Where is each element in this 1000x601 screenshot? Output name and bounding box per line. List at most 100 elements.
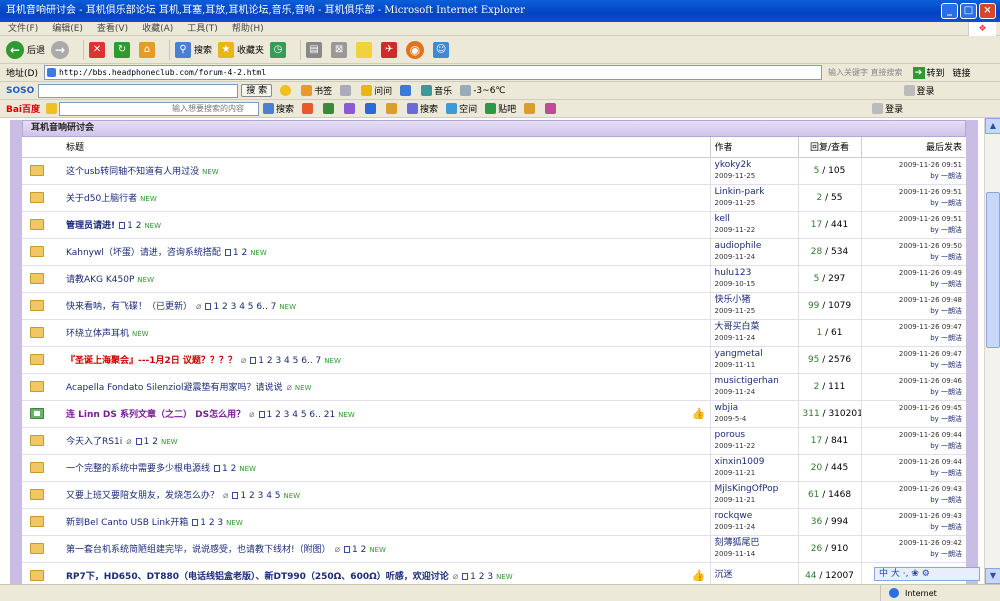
baidu-tieba-button[interactable]: 贴吧 — [485, 102, 516, 115]
baidu-tool-5[interactable] — [386, 103, 399, 114]
thread-pages[interactable]: 1 2 3 4 5 — [232, 491, 281, 501]
thread-title-link[interactable]: 『圣诞上海聚会』---1月2日 议题？？？？ — [66, 356, 237, 366]
thread-author[interactable]: 刻薄狐尾巴 — [715, 538, 794, 549]
thread-author[interactable]: yangmetal — [715, 349, 794, 360]
soso-mail-button[interactable] — [340, 85, 353, 96]
baidu-tool-8[interactable] — [545, 103, 558, 114]
thread-title-link[interactable]: 新到Bel Canto USB Link开箱 — [66, 518, 188, 528]
thread-title-link[interactable]: 一个完整的系统中需要多少根电源线 — [66, 464, 210, 474]
thread-title-link[interactable]: 快来看呐，有飞碟！（已更新） — [66, 302, 192, 312]
last-post-date[interactable]: 2009-11-26 09:47 — [866, 349, 962, 360]
last-post-author[interactable]: by 一朗洁 — [866, 198, 962, 209]
last-post-author[interactable]: by 一朗洁 — [866, 468, 962, 479]
thread-author[interactable]: audiophile — [715, 241, 794, 252]
last-post-date[interactable]: 2009-11-26 09:48 — [866, 295, 962, 306]
last-post-date[interactable]: 2009-11-26 09:49 — [866, 268, 962, 279]
ime-toolbar[interactable]: 中 大 ·, ❀ ⚙ — [874, 567, 980, 581]
thread-title-link[interactable]: Acapella Fondato Silenziol避震垫有用家吗？请说说 — [66, 383, 282, 393]
thread-author[interactable]: musictigerhan — [715, 376, 794, 387]
last-post-date[interactable]: 2009-11-26 09:46 — [866, 376, 962, 387]
soso-weather[interactable]: -3~6℃ — [460, 85, 506, 96]
soso-smiley-button[interactable] — [280, 85, 293, 96]
menu-tools[interactable]: 工具(T) — [187, 22, 218, 35]
last-post-author[interactable]: by 一朗洁 — [866, 333, 962, 344]
thread-author[interactable]: ykoky2k — [715, 160, 794, 171]
last-post-date[interactable]: 2009-11-26 09:45 — [866, 403, 962, 414]
menu-view[interactable]: 查看(V) — [97, 22, 128, 35]
baidu-login-button[interactable]: 登录 — [872, 102, 903, 115]
thread-author[interactable]: hulu123 — [715, 268, 794, 279]
media-button[interactable]: ◉ — [406, 40, 427, 59]
baidu-search-input[interactable]: 输入想要搜索的内容 — [59, 101, 260, 116]
baidu-search-button[interactable]: 搜索 — [263, 102, 294, 115]
thread-pages[interactable]: 1 2 3 4 5 6.. 7 — [250, 356, 321, 366]
thread-page-links[interactable]: 1 2 — [127, 221, 141, 231]
favorites-button[interactable]: ★ 收藏夹 — [218, 41, 264, 58]
thread-page-links[interactable]: 1 2 — [144, 437, 158, 447]
thread-author[interactable]: MjlsKingOfPop — [715, 484, 794, 495]
thread-page-links[interactable]: 1 2 3 4 5 6.. 21 — [267, 410, 336, 420]
menu-help[interactable]: 帮助(H) — [232, 22, 264, 35]
thread-author[interactable]: 快乐小猪 — [715, 295, 794, 306]
thread-author[interactable]: rockqwe — [715, 511, 794, 522]
refresh-button[interactable]: ↻ — [114, 41, 133, 58]
thread-title-link[interactable]: 这个usb转同轴不知道有人用过没 — [66, 167, 199, 177]
vertical-scrollbar[interactable]: ▲ ▼ — [984, 118, 1000, 584]
last-post-author[interactable]: by 一朗洁 — [866, 360, 962, 371]
last-post-date[interactable]: 2009-11-26 09:51 — [866, 187, 962, 198]
thread-author[interactable]: porous — [715, 430, 794, 441]
thread-pages[interactable]: 1 2 3 — [192, 518, 223, 528]
last-post-date[interactable]: 2009-11-26 09:43 — [866, 511, 962, 522]
thread-author[interactable]: kell — [715, 214, 794, 225]
history-button[interactable]: ◷ — [270, 41, 289, 58]
soso-ask-button[interactable]: 问问 — [361, 84, 392, 97]
thread-author[interactable]: wbjia — [715, 403, 794, 414]
thread-pages[interactable]: 1 2 — [224, 248, 247, 258]
links-label[interactable]: 链接 — [953, 66, 971, 79]
soso-login-button[interactable]: 登录 — [903, 84, 935, 97]
thread-pages[interactable]: 1 2 3 — [462, 572, 493, 582]
last-post-date[interactable]: 2009-11-26 09:47 — [866, 322, 962, 333]
menu-favorites[interactable]: 收藏(A) — [142, 22, 173, 35]
thread-page-links[interactable]: 1 2 — [352, 545, 366, 555]
go-button[interactable]: ➔ 转到 — [912, 66, 945, 79]
thread-page-links[interactable]: 1 2 3 4 5 6.. 7 — [258, 356, 321, 366]
minimize-button[interactable]: _ — [941, 3, 958, 19]
thread-title-link[interactable]: Kahnywl（坏蛋）请进，咨询系统搭配 — [66, 248, 221, 258]
thread-page-links[interactable]: 1 2 3 4 5 6.. 7 — [213, 302, 276, 312]
thread-author[interactable]: Linkin-park — [715, 187, 794, 198]
close-button[interactable]: × — [979, 3, 996, 19]
baidu-tool-3[interactable] — [344, 103, 357, 114]
last-post-date[interactable]: 2009-11-26 09:44 — [866, 430, 962, 441]
last-post-author[interactable]: by 一朗洁 — [866, 495, 962, 506]
soso-search-button[interactable]: 搜 索 — [241, 84, 273, 97]
baidu-tool-6[interactable]: 搜索 — [407, 102, 438, 115]
thread-title-link[interactable]: 又要上班又要陪女朋友，发烧怎么办？ — [66, 491, 219, 501]
baidu-tool-4[interactable] — [365, 103, 378, 114]
home-button[interactable]: ⌂ — [139, 41, 158, 58]
last-post-date[interactable]: 2009-11-26 09:51 — [866, 214, 962, 225]
note-button[interactable] — [356, 41, 375, 58]
thread-title-link[interactable]: 管理员请进! — [66, 221, 115, 231]
thread-page-links[interactable]: 1 2 — [222, 464, 236, 474]
baidu-space-button[interactable]: 空间 — [446, 102, 477, 115]
stop-button[interactable]: ✕ — [89, 41, 108, 58]
maximize-button[interactable]: □ — [960, 3, 977, 19]
baidu-tool-2[interactable] — [323, 103, 336, 114]
last-post-date[interactable]: 2009-11-26 09:50 — [866, 241, 962, 252]
thread-title-link[interactable]: 关于d50上脑行者 — [66, 194, 137, 204]
last-post-author[interactable]: by 一朗洁 — [866, 279, 962, 290]
thread-page-links[interactable]: 1 2 — [233, 248, 247, 258]
menu-file[interactable]: 文件(F) — [8, 22, 38, 35]
last-post-date[interactable]: 2009-11-26 09:43 — [866, 484, 962, 495]
msn-button[interactable]: ☺ — [433, 41, 452, 58]
last-post-author[interactable]: by 一朗洁 — [866, 171, 962, 182]
thread-title-link[interactable]: RP7下，HD650、DT880（电话线铝盒老版）、新DT990（250Ω、60… — [66, 572, 449, 582]
menu-edit[interactable]: 编辑(E) — [52, 22, 83, 35]
thread-pages[interactable]: 1 2 3 4 5 6.. 21 — [258, 410, 336, 420]
address-input[interactable]: http://bbs.headphoneclub.com/forum-4-2.h… — [43, 65, 822, 80]
forward-button[interactable]: → — [51, 40, 72, 59]
thread-pages[interactable]: 1 2 — [344, 545, 366, 555]
last-post-author[interactable]: by 一朗洁 — [866, 414, 962, 425]
address-search-hint[interactable]: 输入关键字 直接搜索 — [828, 67, 903, 78]
